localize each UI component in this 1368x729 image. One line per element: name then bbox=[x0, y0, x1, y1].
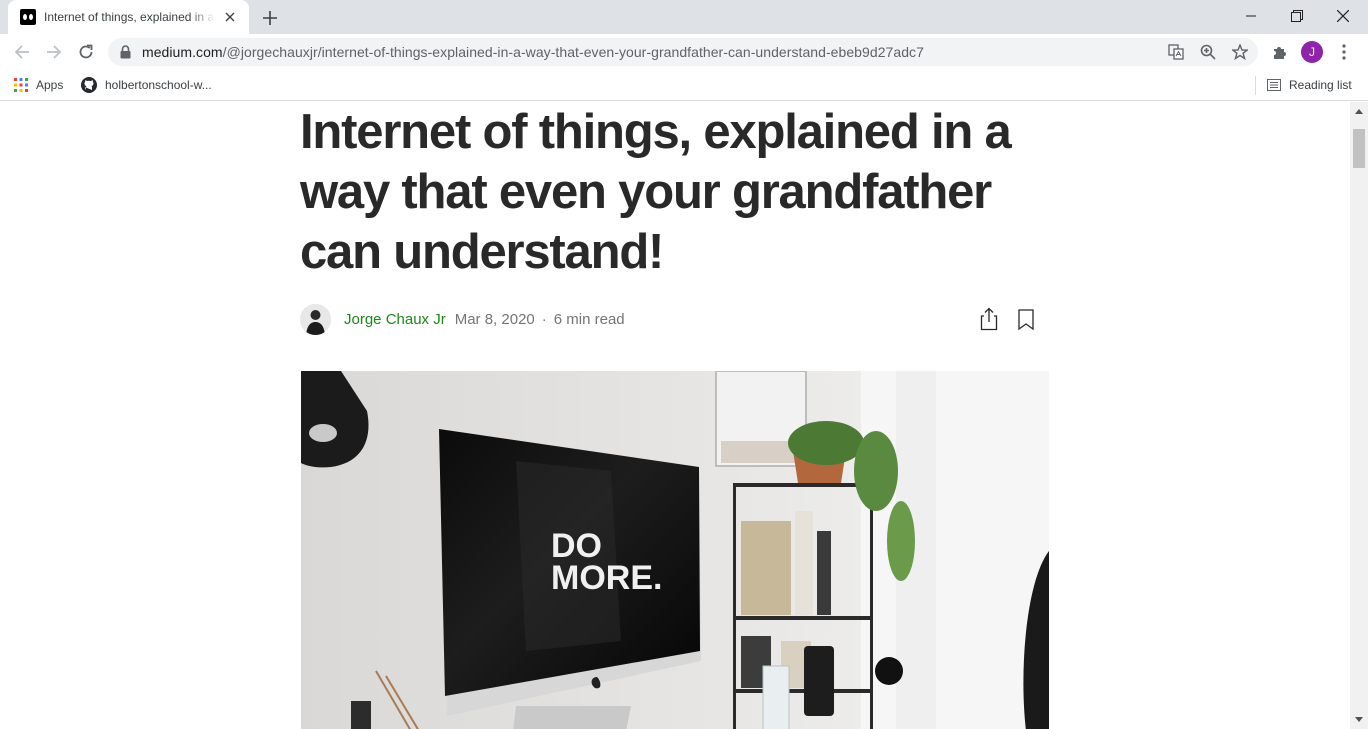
author-name-link[interactable]: Jorge Chaux Jr bbox=[344, 311, 446, 328]
minimize-icon[interactable] bbox=[1228, 0, 1274, 32]
back-arrow-icon[interactable] bbox=[8, 38, 36, 66]
scroll-thumb[interactable] bbox=[1353, 129, 1365, 168]
close-window-icon[interactable] bbox=[1320, 0, 1366, 32]
read-time: 6 min read bbox=[553, 310, 625, 328]
url-path: /@jorgechauxjr/internet-of-things-explai… bbox=[222, 44, 924, 60]
profile-initial: J bbox=[1301, 41, 1323, 63]
bookmark-github-label: holbertonschool-w... bbox=[105, 78, 212, 92]
bookmarks-divider bbox=[1255, 76, 1256, 95]
profile-avatar[interactable]: J bbox=[1298, 38, 1326, 66]
share-icon[interactable] bbox=[978, 307, 1000, 331]
bookmark-github[interactable]: holbertonschool-w... bbox=[81, 74, 212, 96]
bookmark-save-icon[interactable] bbox=[1016, 308, 1036, 332]
zoom-icon[interactable] bbox=[1197, 42, 1219, 62]
extensions-puzzle-icon[interactable] bbox=[1266, 38, 1294, 66]
article-title: Internet of things, explained in a way t… bbox=[300, 105, 1012, 279]
reading-list-label: Reading list bbox=[1289, 78, 1352, 92]
apps-grid-icon bbox=[14, 78, 28, 92]
article-hero-image: DO MORE. bbox=[301, 371, 1049, 729]
tab-title: Internet of things, explained in a way t… bbox=[44, 10, 215, 24]
scroll-down-arrow-icon[interactable] bbox=[1354, 714, 1364, 724]
address-bar[interactable]: medium.com/@jorgechauxjr/internet-of-thi… bbox=[108, 38, 1258, 66]
url-host: medium.com bbox=[142, 44, 223, 60]
page-scrollbar[interactable] bbox=[1350, 102, 1368, 729]
scroll-up-arrow-icon[interactable] bbox=[1354, 106, 1364, 116]
reload-icon[interactable] bbox=[72, 38, 100, 66]
bookmark-apps[interactable]: Apps bbox=[14, 74, 63, 96]
reading-list-button[interactable]: Reading list bbox=[1267, 74, 1352, 96]
kebab-menu-icon[interactable] bbox=[1330, 38, 1358, 66]
hero-screen-line-2: MORE. bbox=[551, 559, 662, 597]
lock-icon bbox=[120, 45, 131, 59]
page-content: Internet of things, explained in a way t… bbox=[0, 102, 1350, 729]
github-icon bbox=[81, 77, 97, 93]
publish-date: Mar 8, 2020 bbox=[454, 310, 535, 328]
forward-arrow-icon[interactable] bbox=[40, 38, 68, 66]
medium-favicon-icon bbox=[20, 9, 36, 25]
new-tab-icon[interactable] bbox=[258, 6, 282, 30]
author-avatar[interactable] bbox=[300, 303, 331, 335]
bookmarks-bar: Apps holbertonschool-w... Reading list bbox=[0, 70, 1368, 101]
tab-close-icon[interactable] bbox=[221, 8, 239, 26]
translate-icon[interactable] bbox=[1165, 42, 1187, 62]
bookmark-apps-label: Apps bbox=[36, 78, 64, 92]
article-byline: Jorge Chaux Jr Mar 8, 2020 · 6 min read bbox=[300, 302, 1050, 336]
browser-tab-active[interactable]: Internet of things, explained in a way t… bbox=[8, 0, 249, 34]
meta-separator: · bbox=[541, 310, 547, 328]
restore-icon[interactable] bbox=[1274, 0, 1320, 32]
bookmark-star-icon[interactable] bbox=[1229, 42, 1251, 62]
url-text: medium.com/@jorgechauxjr/internet-of-thi… bbox=[142, 44, 924, 60]
browser-toolbar: medium.com/@jorgechauxjr/internet-of-thi… bbox=[0, 34, 1368, 70]
tab-strip: Internet of things, explained in a way t… bbox=[0, 0, 1368, 34]
reading-list-icon bbox=[1267, 79, 1281, 91]
